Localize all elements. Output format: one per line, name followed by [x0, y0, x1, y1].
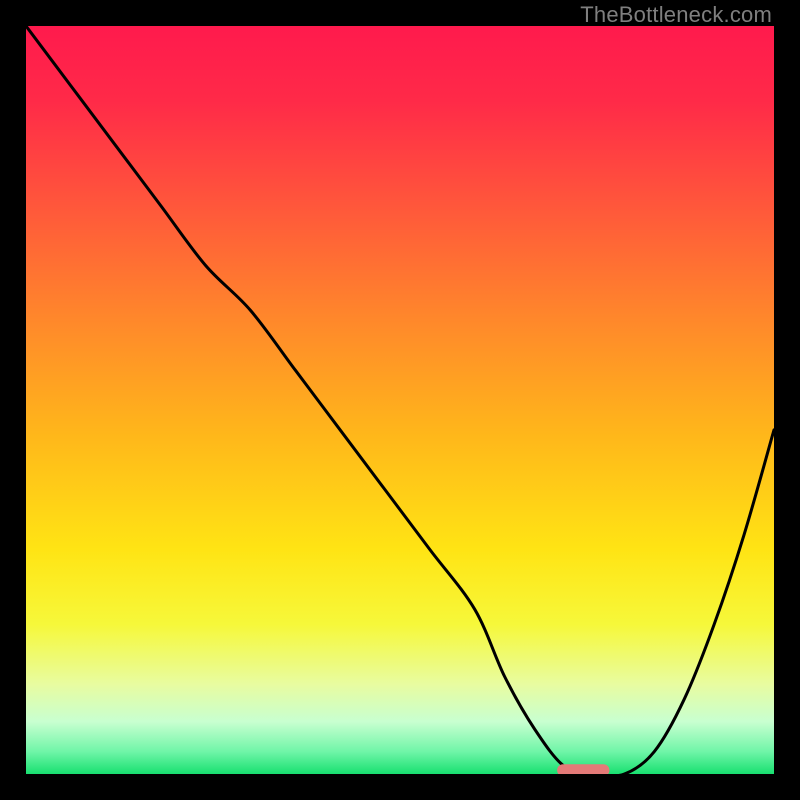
watermark-text: TheBottleneck.com — [580, 2, 772, 28]
chart-frame — [26, 26, 774, 774]
bottleneck-chart — [26, 26, 774, 774]
optimal-marker — [557, 764, 609, 774]
gradient-background — [26, 26, 774, 774]
